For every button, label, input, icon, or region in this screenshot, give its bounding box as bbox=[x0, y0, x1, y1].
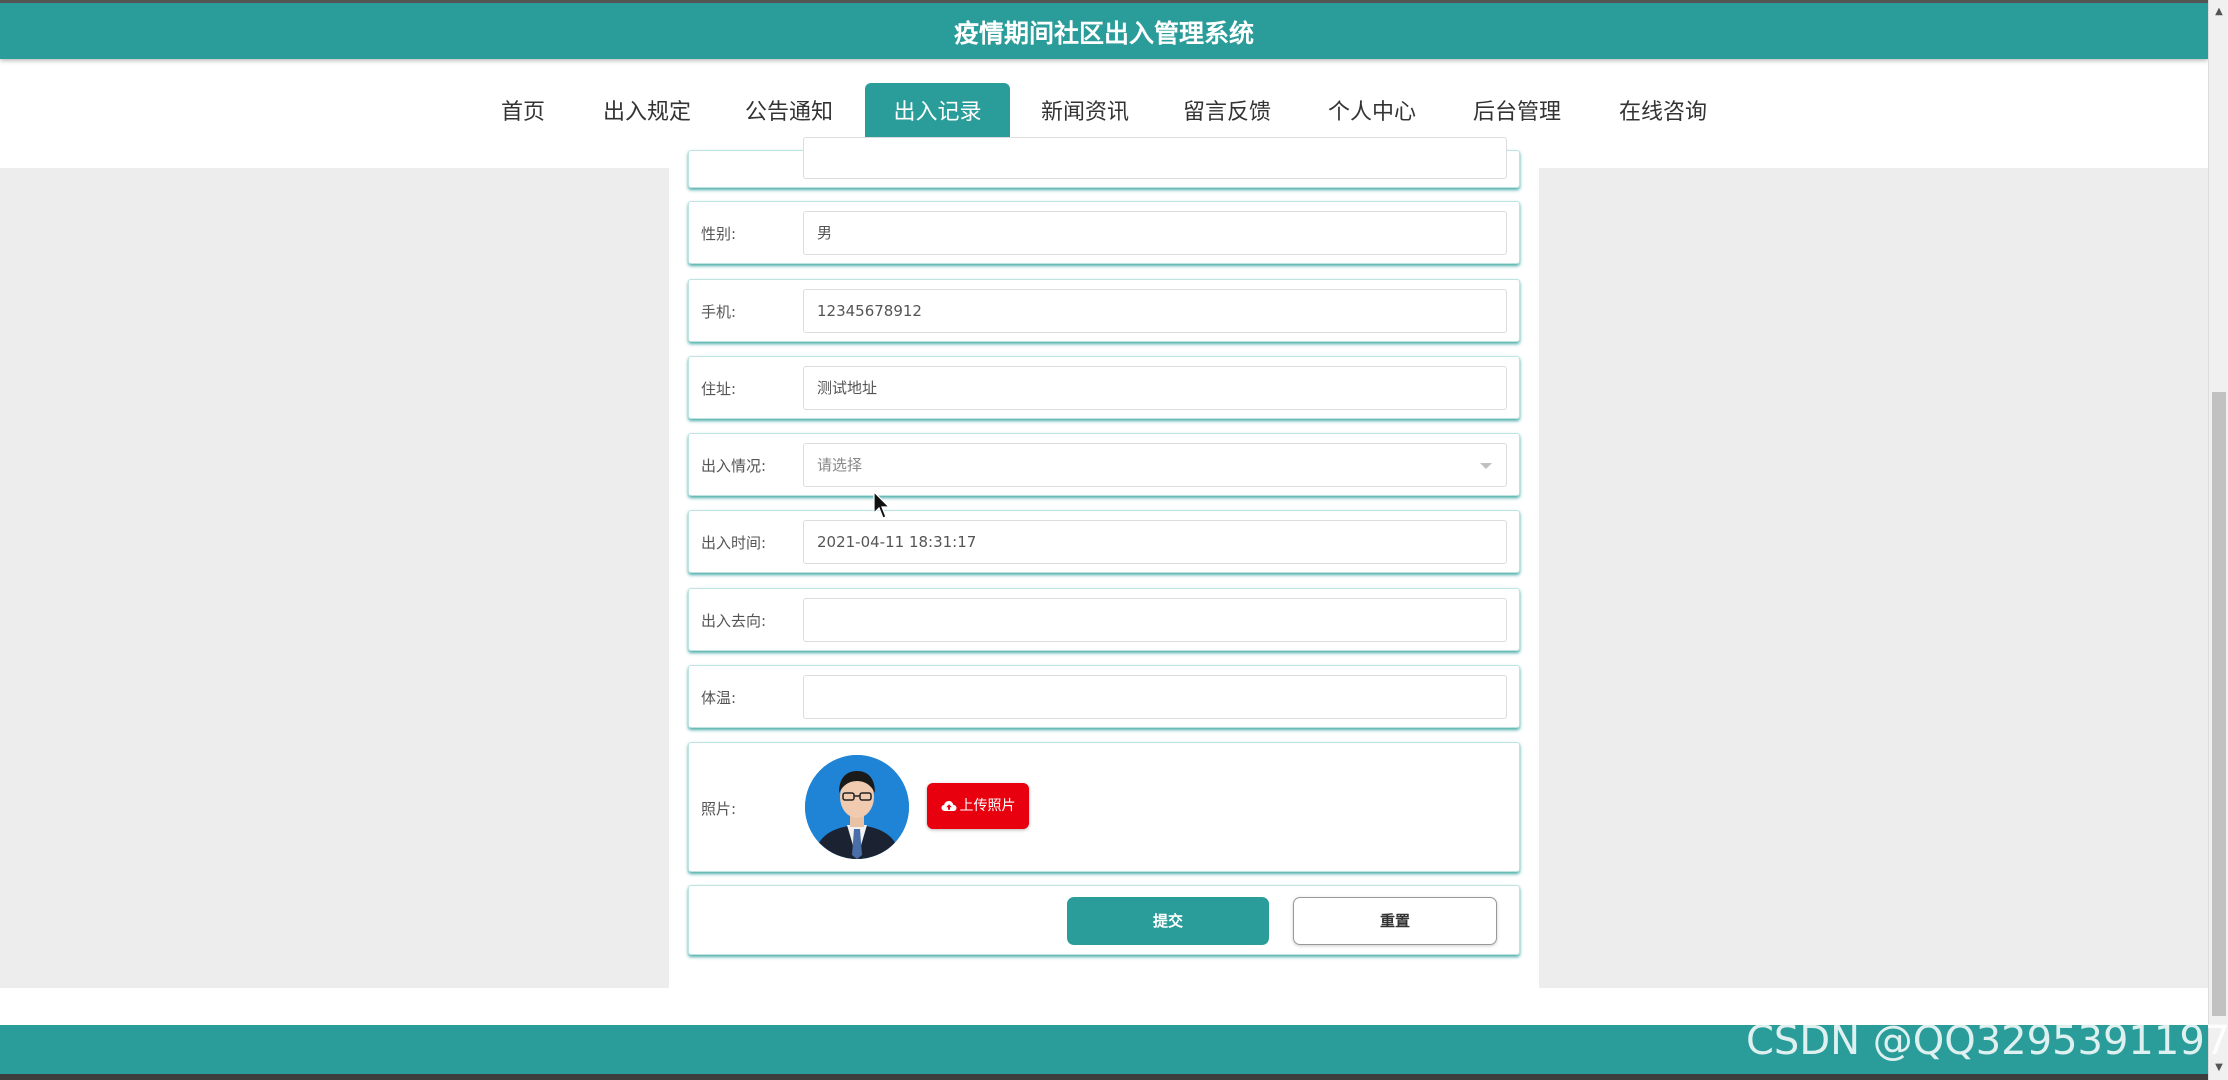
nav-item-admin[interactable]: 后台管理 bbox=[1462, 83, 1572, 143]
status-placeholder: 请选择 bbox=[817, 456, 863, 474]
app-title: 疫情期间社区出入管理系统 bbox=[953, 19, 1254, 48]
gender-field[interactable]: 男 bbox=[803, 211, 1507, 255]
upload-photo-button[interactable]: 上传照片 bbox=[927, 783, 1029, 829]
scrollbar-thumb[interactable] bbox=[2212, 392, 2226, 1016]
phone-label: 手机: bbox=[701, 303, 737, 321]
destination-field[interactable] bbox=[803, 598, 1507, 642]
time-label: 出入时间: bbox=[701, 534, 767, 552]
nav-item-consult[interactable]: 在线咨询 bbox=[1608, 83, 1718, 143]
form-row-temperature: 体温: bbox=[688, 665, 1520, 728]
app-header: 疫情期间社区出入管理系统 bbox=[0, 0, 2208, 59]
form-row-gender: 性别: 男 bbox=[688, 201, 1520, 264]
address-field[interactable]: 测试地址 bbox=[803, 366, 1507, 410]
nav-item-home[interactable]: 首页 bbox=[486, 83, 560, 143]
submit-button[interactable]: 提交 bbox=[1067, 897, 1269, 945]
time-field[interactable]: 2021-04-11 18:31:17 bbox=[803, 520, 1507, 564]
gender-label: 性别: bbox=[701, 225, 737, 243]
avatar bbox=[805, 755, 909, 859]
reset-button[interactable]: 重置 bbox=[1293, 897, 1497, 945]
scroll-up-arrow-icon[interactable]: ▲ bbox=[2209, 3, 2228, 21]
form-row-time: 出入时间: 2021-04-11 18:31:17 bbox=[688, 510, 1520, 573]
upload-photo-label: 上传照片 bbox=[959, 798, 1016, 814]
destination-label: 出入去向: bbox=[701, 612, 767, 630]
nav-item-records[interactable]: 出入记录 bbox=[865, 83, 1010, 143]
window-bottom-edge bbox=[0, 1074, 2228, 1080]
photo-label: 照片: bbox=[701, 800, 737, 818]
temperature-label: 体温: bbox=[701, 689, 737, 707]
nav-item-rules[interactable]: 出入规定 bbox=[592, 83, 702, 143]
phone-field[interactable]: 12345678912 bbox=[803, 289, 1507, 333]
address-label: 住址: bbox=[701, 380, 737, 398]
form-row-status: 出入情况: 请选择 bbox=[688, 433, 1520, 496]
nav-item-profile[interactable]: 个人中心 bbox=[1317, 83, 1427, 143]
form-row-address: 住址: 测试地址 bbox=[688, 356, 1520, 419]
temperature-field[interactable] bbox=[803, 675, 1507, 719]
form-row-destination: 出入去向: bbox=[688, 588, 1520, 651]
form-row-phone: 手机: 12345678912 bbox=[688, 279, 1520, 342]
watermark: CSDN @QQ3295391197 bbox=[1746, 1018, 2228, 1064]
nav-item-news[interactable]: 新闻资讯 bbox=[1030, 83, 1140, 143]
form-row-photo: 照片: 上传照片 bbox=[688, 742, 1520, 872]
chevron-down-icon bbox=[1480, 463, 1492, 469]
status-label: 出入情况: bbox=[701, 457, 767, 475]
form-row-previous bbox=[688, 137, 1520, 188]
nav-item-notices[interactable]: 公告通知 bbox=[734, 83, 844, 143]
form-actions: 提交 重置 bbox=[688, 885, 1520, 955]
vertical-scrollbar[interactable]: ▲ ▼ bbox=[2208, 0, 2228, 1080]
nav-item-feedback[interactable]: 留言反馈 bbox=[1172, 83, 1282, 143]
previous-field[interactable] bbox=[803, 137, 1507, 179]
mouse-pointer-icon bbox=[873, 491, 891, 519]
status-select[interactable]: 请选择 bbox=[803, 443, 1507, 487]
cloud-upload-icon bbox=[941, 801, 956, 811]
